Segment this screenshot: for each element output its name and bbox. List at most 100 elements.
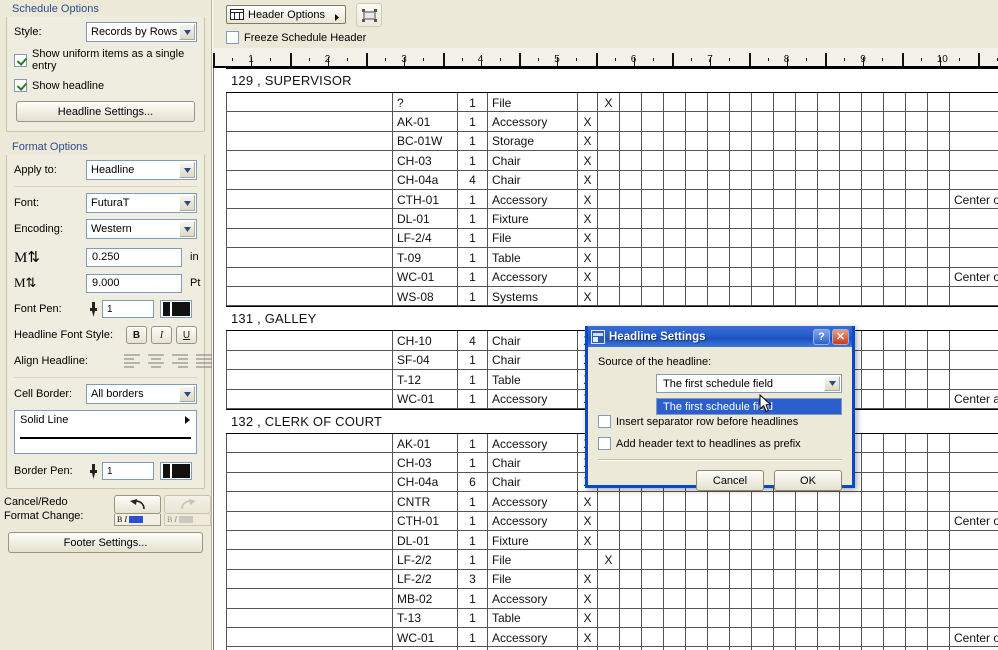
cell-item-type[interactable]: File [488, 550, 577, 569]
cell-flag-1[interactable]: X [578, 151, 597, 170]
cell-flag-1[interactable]: X [578, 209, 597, 228]
schedule-group-headline[interactable]: 129 , SUPERVISOR [226, 68, 998, 93]
cell-quantity[interactable]: 1 [458, 531, 487, 550]
table-row[interactable]: CH-031ChairX [226, 151, 998, 170]
cell-quantity[interactable]: 1 [458, 390, 487, 409]
cell-flag-2[interactable]: X [598, 93, 619, 112]
cell-item-type[interactable]: Chair [488, 351, 577, 370]
cell-item-code[interactable]: WS-08 [393, 287, 457, 306]
cell-item-code[interactable]: LF-2/2 [393, 570, 457, 589]
cell-quantity[interactable]: 1 [458, 112, 487, 131]
cell-flag-2[interactable] [598, 609, 619, 628]
footer-settings-button[interactable]: Footer Settings... [8, 532, 203, 553]
font-combobox[interactable]: FuturaT [86, 193, 197, 213]
table-row[interactable]: WC-011AccessoryXCenter on East wall [226, 268, 998, 287]
table-row[interactable]: WC-011AccessoryXCenter on North wall [226, 628, 998, 647]
font-pen-value[interactable]: 1 [102, 300, 154, 318]
table-row[interactable]: T-131TableX [226, 609, 998, 628]
help-button[interactable]: ? [813, 329, 830, 345]
cell-item-type[interactable]: Fixture [488, 209, 577, 228]
cell-flag-1[interactable] [578, 93, 597, 112]
cell-flag-1[interactable]: X [578, 589, 597, 608]
cell-item-type[interactable]: Table [488, 609, 577, 628]
cell-item-code[interactable]: DL-01 [393, 209, 457, 228]
bold-button[interactable]: B [126, 326, 147, 344]
cell-item-code[interactable]: DL-01 [393, 531, 457, 550]
table-row[interactable]: LF-2/21FileX [226, 550, 998, 569]
source-of-headline-combobox[interactable]: The first schedule field [656, 374, 842, 393]
cell-flag-1[interactable]: X [578, 132, 597, 151]
cell-item-code[interactable]: LF-2/2 [393, 550, 457, 569]
italic-button[interactable]: I [151, 326, 172, 344]
headline-settings-dialog[interactable]: Headline Settings ? ✕ Source of the head… [585, 326, 855, 488]
table-row[interactable]: AK-011AccessoryX [226, 112, 998, 131]
encoding-combobox[interactable]: Western [86, 219, 197, 239]
cell-item-type[interactable]: Accessory [488, 268, 577, 287]
chevron-right-icon[interactable] [335, 12, 339, 24]
cell-item-code[interactable]: CTH-01 [393, 190, 457, 209]
underline-button[interactable]: U [176, 326, 197, 344]
cell-item-type[interactable]: Accessory [488, 492, 577, 511]
chevron-down-icon[interactable] [824, 376, 840, 391]
cell-quantity[interactable]: 1 [458, 434, 487, 453]
cell-flag-1[interactable]: X [578, 171, 597, 190]
cell-flag-1[interactable]: X [578, 248, 597, 267]
redo-format-button[interactable]: B I [164, 495, 211, 526]
cell-item-type[interactable]: Systems [488, 287, 577, 306]
cell-flag-1[interactable]: X [578, 268, 597, 287]
add-prefix-row[interactable]: Add header text to headlines as prefix [598, 437, 842, 450]
cell-item-code[interactable]: SF-04 [393, 351, 457, 370]
cell-item-code[interactable]: LF-2/4 [393, 229, 457, 248]
cell-quantity[interactable]: 1 [458, 370, 487, 389]
cancel-button[interactable]: Cancel [696, 470, 764, 491]
undo-format-button[interactable]: B I [114, 495, 161, 526]
cell-flag-2[interactable] [598, 229, 619, 248]
cell-item-type[interactable]: Accessory [488, 434, 577, 453]
cell-item-code[interactable]: CH-10 [393, 331, 457, 350]
cell-flag-1[interactable]: X [578, 512, 597, 531]
cell-flag-2[interactable] [598, 570, 619, 589]
cell-item-code[interactable]: WC-01 [393, 628, 457, 647]
cell-quantity[interactable]: 1 [458, 209, 487, 228]
cell-item-code[interactable]: BC-01W [393, 132, 457, 151]
freeze-schedule-header-row[interactable]: Freeze Schedule Header [226, 31, 366, 44]
cell-flag-2[interactable] [598, 531, 619, 550]
table-row[interactable]: MB-021AccessoryX [226, 589, 998, 608]
uniform-items-checkbox-row[interactable]: Show uniform items as a single entry [14, 48, 197, 72]
cell-item-code[interactable]: AK-01 [393, 112, 457, 131]
border-pen-value[interactable]: 1 [102, 462, 154, 480]
cell-item-type[interactable]: Accessory [488, 190, 577, 209]
align-right-icon[interactable] [172, 354, 188, 368]
cell-quantity[interactable]: 1 [458, 132, 487, 151]
close-icon[interactable]: ✕ [832, 329, 849, 345]
cell-item-code[interactable]: CTH-01 [393, 512, 457, 531]
cell-quantity[interactable]: 1 [458, 151, 487, 170]
cell-note[interactable]: Center on back of doo [950, 512, 998, 531]
show-headline-checkbox[interactable] [14, 79, 27, 92]
header-options-button[interactable]: Header Options [226, 5, 346, 24]
schedule-tool-button[interactable] [356, 3, 382, 27]
line-type-selector[interactable]: Solid Line [14, 410, 197, 454]
cell-quantity[interactable]: 3 [458, 570, 487, 589]
show-headline-checkbox-row[interactable]: Show headline [14, 79, 197, 92]
cell-item-type[interactable]: Accessory [488, 589, 577, 608]
cell-quantity[interactable]: 1 [458, 512, 487, 531]
cell-item-code[interactable]: ? [393, 93, 457, 112]
cell-item-type[interactable]: Fixture [488, 531, 577, 550]
cell-item-type[interactable]: Accessory [488, 390, 577, 409]
cell-quantity[interactable]: 1 [458, 351, 487, 370]
cell-item-type[interactable]: Accessory [488, 112, 577, 131]
freeze-schedule-header-checkbox[interactable] [226, 31, 239, 44]
cell-item-code[interactable]: CNTR [393, 492, 457, 511]
table-row[interactable]: DL-011FixtureX [226, 531, 998, 550]
cell-item-type[interactable]: Accessory [488, 628, 577, 647]
cell-quantity[interactable]: 1 [458, 589, 487, 608]
insert-separator-row[interactable]: Insert separator row before headlines [598, 415, 842, 428]
cell-item-type[interactable]: Chair [488, 151, 577, 170]
cell-flag-2[interactable] [598, 112, 619, 131]
chevron-down-icon[interactable] [179, 221, 195, 237]
cell-item-code[interactable]: CH-03 [393, 151, 457, 170]
cell-flag-1[interactable]: X [578, 287, 597, 306]
table-row[interactable]: CNTR1AccessoryX [226, 492, 998, 511]
chevron-down-icon[interactable] [179, 195, 195, 211]
